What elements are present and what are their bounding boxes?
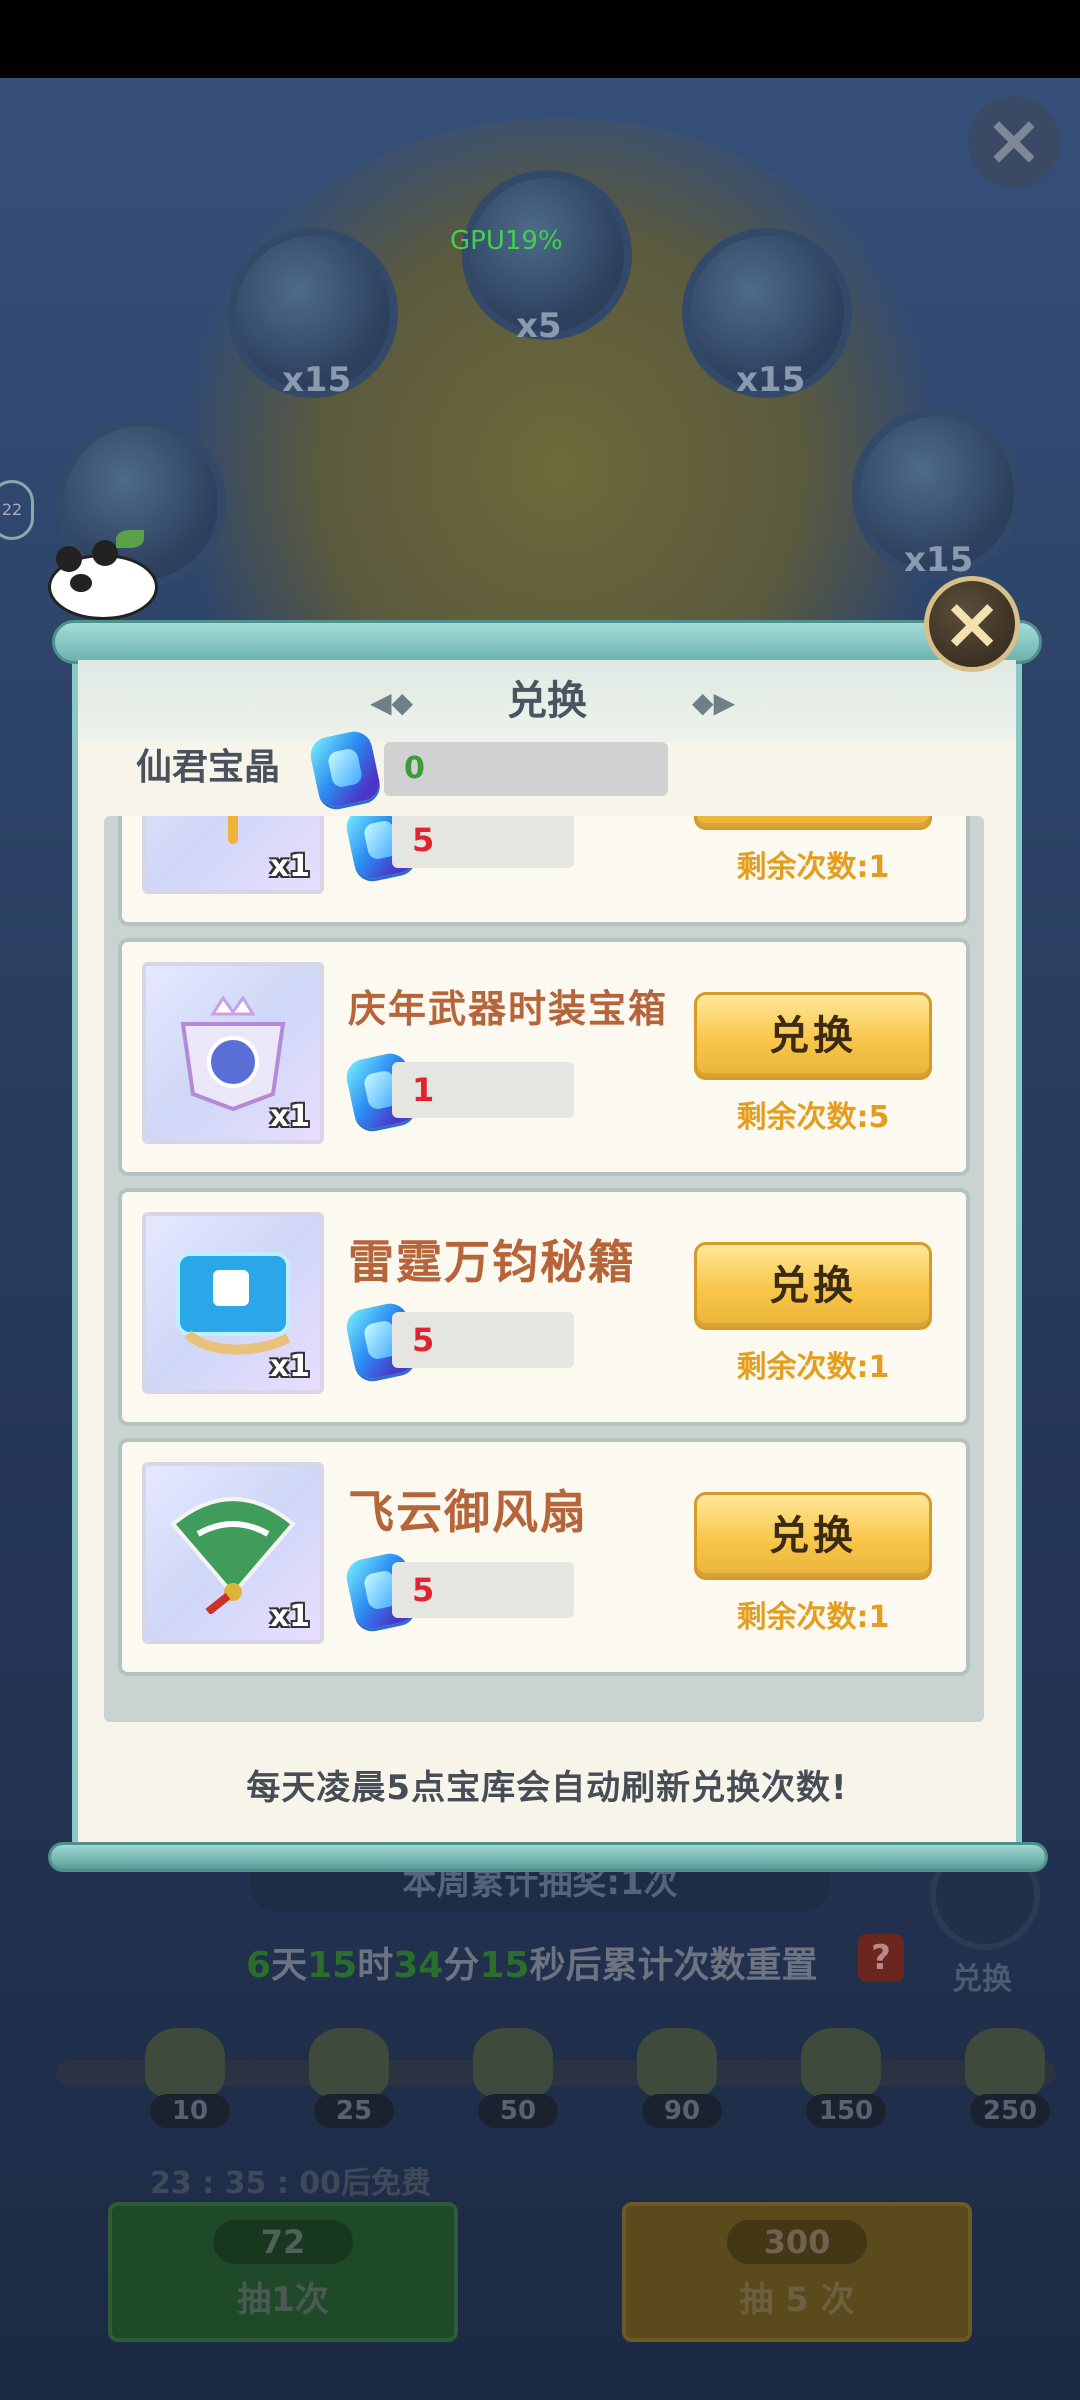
item-thumbnail: x1: [142, 962, 324, 1144]
chest-icon: [180, 995, 286, 1112]
reward-orb-count: x15: [282, 360, 352, 400]
item-name: 庆年武器时装宝箱: [348, 987, 669, 1031]
scroll-rod-bottom: [48, 1842, 1048, 1872]
item-name: 飞云御风扇: [348, 1485, 588, 1539]
exchange-list[interactable]: x1 5 兑换 剩余次数:1 x1 庆年武器时装宝箱 1 兑换 剩余: [104, 816, 984, 1722]
bag-icon: [309, 2028, 389, 2098]
fan-icon: [170, 1497, 296, 1614]
gpu-overlay: GPU19%: [450, 226, 563, 256]
remaining-count: 剩余次数:1: [736, 850, 890, 885]
currency-label: 仙君宝晶: [136, 747, 281, 788]
exchange-button[interactable]: 兑换: [694, 1492, 932, 1580]
remaining-count: 剩余次数:5: [736, 1100, 890, 1135]
status-bar: [0, 0, 1080, 78]
reward-orb-count: x15: [904, 540, 974, 580]
help-button[interactable]: ?: [858, 1934, 904, 1982]
item-price: 1: [412, 1071, 435, 1109]
redeem-label[interactable]: 兑换: [952, 1954, 1012, 1998]
reset-timer: 6天15时34分15秒后累计次数重置: [246, 1945, 818, 1986]
exchange-button[interactable]: 兑换: [694, 816, 932, 830]
background-close-icon[interactable]: ×: [968, 96, 1060, 188]
dialog-title: 兑换: [507, 678, 587, 724]
panda-mascot-icon: [30, 530, 166, 630]
item-price: 5: [412, 1321, 435, 1359]
item-price: 5: [412, 821, 435, 859]
item-price: 5: [412, 1571, 435, 1609]
bag-icon: [145, 2028, 225, 2098]
exchange-item: x1 5 兑换 剩余次数:1: [118, 816, 970, 926]
reward-orb-count: x15: [736, 360, 806, 400]
remaining-count: 剩余次数:1: [736, 1600, 890, 1635]
milestone-reward[interactable]: 250: [950, 2028, 1060, 2128]
exchange-item: x1 庆年武器时装宝箱 1 兑换 剩余次数:5: [118, 938, 970, 1176]
exchange-button[interactable]: 兑换: [694, 1242, 932, 1330]
milestone-reward[interactable]: 25: [294, 2028, 404, 2128]
close-icon[interactable]: ×: [924, 576, 1020, 672]
crystal-icon: [306, 728, 384, 810]
remaining-count: 剩余次数:1: [736, 1350, 890, 1385]
bag-icon: [637, 2028, 717, 2098]
scroll-icon: [176, 1252, 291, 1355]
bag-icon: [965, 2028, 1045, 2098]
exchange-button[interactable]: 兑换: [694, 992, 932, 1080]
milestone-reward[interactable]: 10: [130, 2028, 240, 2128]
reward-orb-count: x5: [516, 306, 562, 346]
side-badge: 22: [0, 480, 34, 540]
milestone-reward[interactable]: 50: [458, 2028, 568, 2128]
exchange-item: x1 飞云御风扇 5 兑换 剩余次数:1: [118, 1438, 970, 1676]
scroll-rod-top: [52, 620, 1042, 664]
item-thumbnail: x1: [142, 1212, 324, 1394]
draw-once-cost: 72: [213, 2220, 353, 2264]
item-thumbnail: x1: [142, 816, 324, 894]
bag-icon: [801, 2028, 881, 2098]
draw-five-button[interactable]: 300 抽 5 次: [622, 2202, 972, 2342]
draw-five-cost: 300: [727, 2220, 867, 2264]
fish-ornament-icon: ◀◆: [692, 686, 736, 719]
exchange-dialog: ◀◆ 兑换 ◀◆ × 仙君宝晶 0 x1 5 兑换 剩余次数:1: [48, 530, 1048, 1872]
currency-balance-box: [384, 742, 668, 796]
draw-once-label: 抽1次: [237, 2280, 329, 2320]
free-draw-timer: 23 : 35 : 00后免费: [150, 2166, 432, 2201]
refresh-notice: 每天凌晨5点宝库会自动刷新兑换次数!: [246, 1768, 848, 1808]
currency-balance: 0: [404, 751, 425, 786]
exchange-item: x1 雷霆万钧秘籍 5 兑换 剩余次数:1: [118, 1188, 970, 1426]
draw-once-button[interactable]: 72 抽1次: [108, 2202, 458, 2342]
item-thumbnail: x1: [142, 1462, 324, 1644]
milestone-reward[interactable]: 150: [786, 2028, 896, 2128]
item-name: 雷霆万钧秘籍: [348, 1235, 636, 1289]
draw-five-label: 抽 5 次: [739, 2280, 855, 2320]
bag-icon: [473, 2028, 553, 2098]
milestone-reward[interactable]: 90: [622, 2028, 732, 2128]
